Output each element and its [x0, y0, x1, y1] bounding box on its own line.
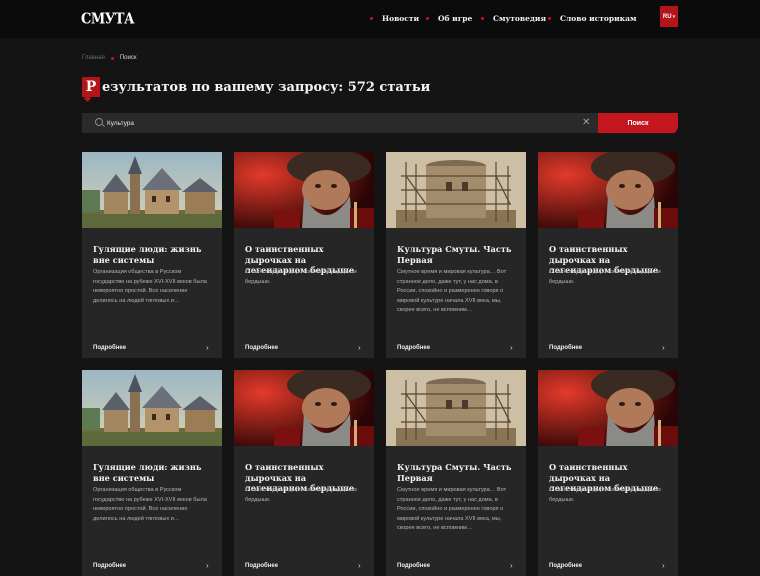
- chevron-down-icon: ▾: [672, 13, 676, 20]
- chevron-right-icon[interactable]: ›: [510, 343, 513, 352]
- title-drop-cap: Р: [82, 77, 100, 97]
- read-more-link[interactable]: Подробнее: [549, 345, 582, 351]
- nav-label: Новости: [382, 14, 420, 23]
- article-image: [386, 152, 526, 228]
- nav-label: Слово историкам: [560, 14, 637, 23]
- nav-label: Об игре: [438, 14, 473, 23]
- article-title: Культура Смуты. Часть Первая: [397, 244, 512, 265]
- read-more-link[interactable]: Подробнее: [93, 563, 126, 569]
- article-description: Организация общества в Русском государст…: [93, 269, 207, 304]
- language-switcher[interactable]: RU ▾: [660, 6, 678, 27]
- article-card[interactable]: Культура Смуты. Часть Первая Смутное вре…: [386, 370, 526, 576]
- read-more-link[interactable]: Подробнее: [245, 345, 278, 351]
- breadcrumb-separator-icon: [110, 56, 114, 60]
- close-icon[interactable]: ✕: [582, 116, 590, 130]
- article-description: Смутное время и мировая культура… Вот ст…: [397, 487, 507, 532]
- nav-item-about-game[interactable]: Об игре: [426, 14, 472, 23]
- article-title: Гулящие люди: жизнь вне системы: [93, 244, 202, 265]
- article-description: О таинственных дырочках на легендарном б…: [245, 487, 357, 503]
- breadcrumb: Главная Поиск: [82, 55, 136, 61]
- article-description: О таинственных дырочках на легендарном б…: [245, 269, 357, 285]
- article-image: [82, 370, 222, 446]
- article-card[interactable]: Гулящие люди: жизнь вне системы Организа…: [82, 152, 222, 358]
- language-label: RU: [662, 13, 672, 20]
- breadcrumb-current: Поиск: [119, 55, 137, 61]
- article-image: [82, 152, 222, 228]
- page-title: Р езультатов по вашему запросу: 572 стат…: [82, 77, 430, 97]
- chevron-right-icon[interactable]: ›: [510, 561, 513, 570]
- search-input[interactable]: [107, 116, 567, 130]
- article-description: Смутное время и мировая культура… Вот ст…: [397, 269, 507, 314]
- article-image: [538, 370, 678, 446]
- chevron-right-icon[interactable]: ›: [206, 561, 209, 570]
- search-bar: ✕: [82, 113, 598, 133]
- nav-bullet-icon: [548, 17, 551, 20]
- article-image: [386, 370, 526, 446]
- read-more-link[interactable]: Подробнее: [397, 563, 430, 569]
- article-description: О таинственных дырочках на легендарном б…: [549, 269, 661, 285]
- article-title: Культура Смуты. Часть Первая: [397, 462, 512, 483]
- article-card[interactable]: О таинственных дырочках на легендарном б…: [234, 370, 374, 576]
- read-more-link[interactable]: Подробнее: [397, 345, 430, 351]
- search-button[interactable]: Поиск: [598, 113, 678, 133]
- chevron-right-icon[interactable]: ›: [662, 561, 665, 570]
- article-image: [234, 152, 374, 228]
- article-image: [234, 370, 374, 446]
- search-icon: [95, 118, 103, 126]
- read-more-link[interactable]: Подробнее: [549, 563, 582, 569]
- article-card[interactable]: О таинственных дырочках на легендарном б…: [234, 152, 374, 358]
- read-more-link[interactable]: Подробнее: [245, 563, 278, 569]
- article-card[interactable]: Культура Смуты. Часть Первая Смутное вре…: [386, 152, 526, 358]
- chevron-right-icon[interactable]: ›: [206, 343, 209, 352]
- nav-item-smutopedia[interactable]: Смутоведия: [481, 14, 546, 23]
- site-logo[interactable]: СМУТА: [81, 9, 135, 29]
- article-card[interactable]: Гулящие люди: жизнь вне системы Организа…: [82, 370, 222, 576]
- chevron-right-icon[interactable]: ›: [358, 561, 361, 570]
- article-title: Гулящие люди: жизнь вне системы: [93, 462, 202, 483]
- read-more-link[interactable]: Подробнее: [93, 345, 126, 351]
- article-image: [538, 152, 678, 228]
- nav-bullet-icon: [370, 17, 373, 20]
- nav-label: Смутоведия: [493, 14, 547, 23]
- chevron-right-icon[interactable]: ›: [662, 343, 665, 352]
- article-description: О таинственных дырочках на легендарном б…: [549, 487, 661, 503]
- nav-bullet-icon: [426, 17, 429, 20]
- title-text: езультатов по вашему запросу: 572 статьи: [102, 79, 431, 95]
- article-description: Организация общества в Русском государст…: [93, 487, 207, 522]
- article-card[interactable]: О таинственных дырочках на легендарном б…: [538, 370, 678, 576]
- nav-bullet-icon: [481, 17, 484, 20]
- article-card[interactable]: О таинственных дырочках на легендарном б…: [538, 152, 678, 358]
- header-shadow: [0, 30, 760, 42]
- nav-item-historians[interactable]: Слово историкам: [548, 14, 636, 23]
- chevron-right-icon[interactable]: ›: [358, 343, 361, 352]
- nav-item-news[interactable]: Новости: [370, 14, 419, 23]
- logo-text: СМУТА: [81, 10, 135, 28]
- breadcrumb-home-link[interactable]: Главная: [82, 55, 105, 61]
